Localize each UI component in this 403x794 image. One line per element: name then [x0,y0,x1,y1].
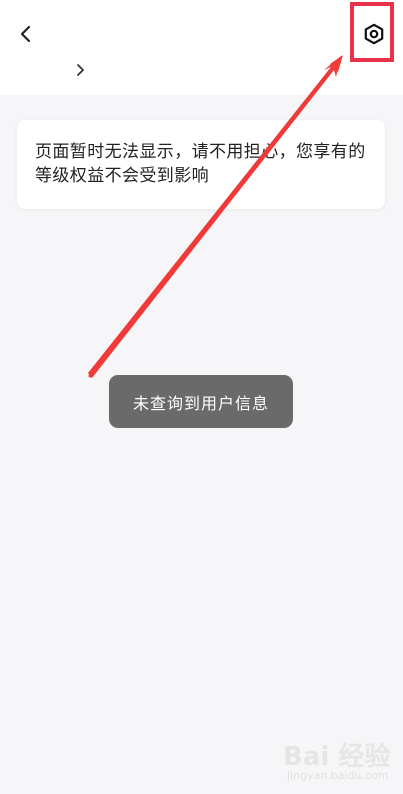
notice-message: 页面暂时无法显示，请不用担心，您享有的等级权益不会受到影响 [35,142,366,186]
app-screen: 页面暂时无法显示，请不用担心，您享有的等级权益不会受到影响 未查询到用户信息 B… [0,0,403,794]
toast-message: 未查询到用户信息 [109,375,293,428]
chevron-left-icon [20,25,31,43]
watermark-logo-text: Bai 经验 [283,742,391,772]
watermark-url: jingyan.baidu.com [287,769,389,782]
settings-highlight-annotation [350,2,394,62]
chevron-right-icon [77,64,84,76]
header-subtitle-link[interactable] [72,60,90,80]
header-bar [0,0,403,95]
baidu-jingyan-watermark: Bai 经验 jingyan.baidu.com [283,736,395,786]
toast-text: 未查询到用户信息 [132,393,269,413]
back-button[interactable] [10,18,42,50]
notice-card: 页面暂时无法显示，请不用担心，您享有的等级权益不会受到影响 [17,120,385,209]
